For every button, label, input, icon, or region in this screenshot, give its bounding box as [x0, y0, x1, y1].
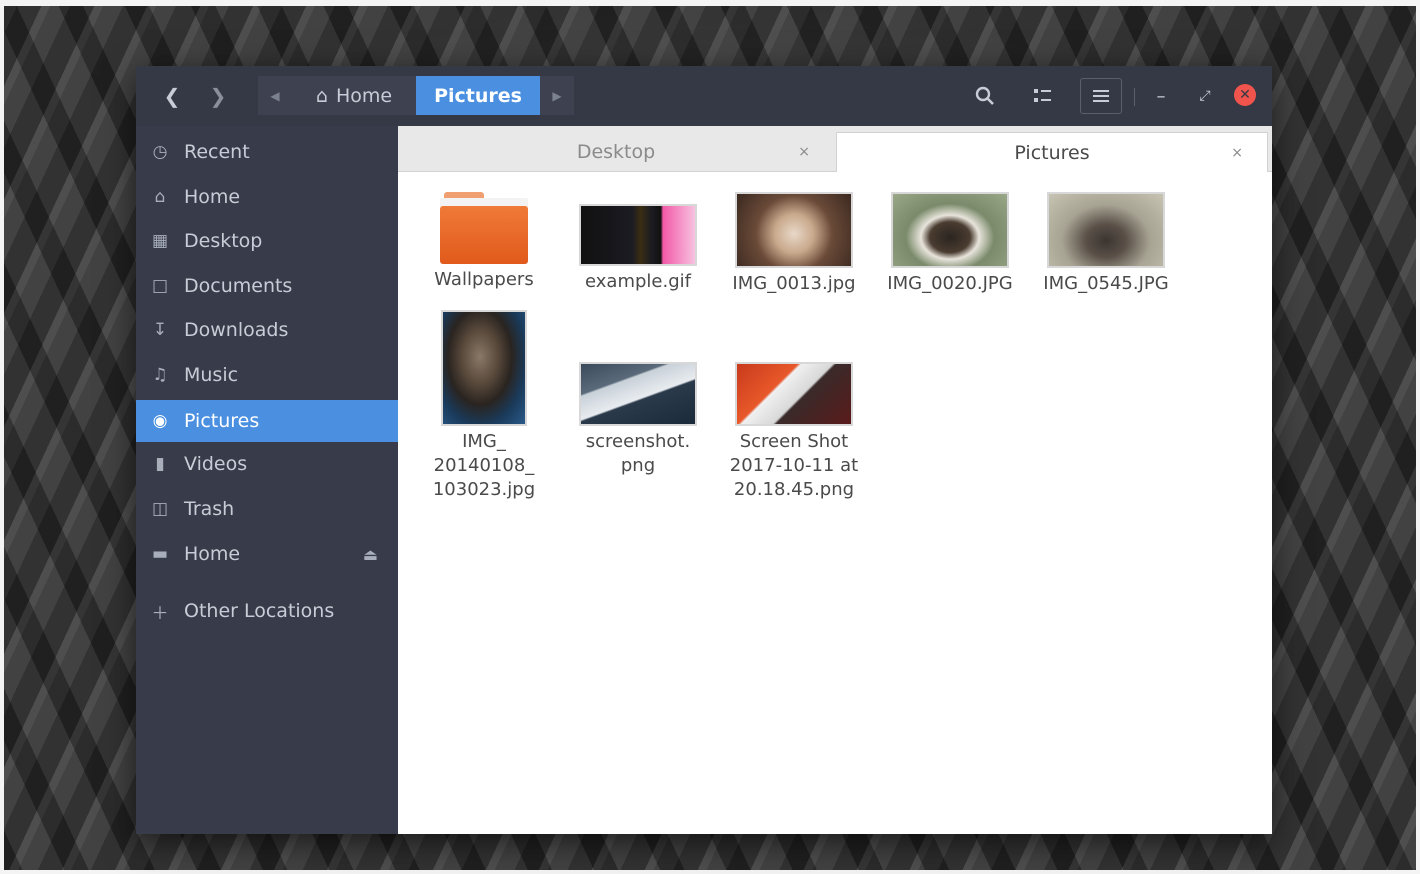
file-name: IMG_ 20140108_ 103023.jpg — [432, 431, 536, 500]
file-item-screenshot-png[interactable]: screenshot. png — [570, 362, 706, 478]
header-bar: ❮ ❯ ◀ ⌂ Home Pictures ▶ – ⤢ ✕ — [136, 66, 1272, 126]
tab-bar: Desktop × Pictures × — [398, 126, 1272, 172]
view-toggle-icon[interactable] — [1026, 78, 1060, 114]
close-icon[interactable]: ✕ — [1234, 84, 1256, 106]
download-icon: ↧ — [152, 320, 168, 340]
file-item-img-20140108[interactable]: IMG_ 20140108_ 103023.jpg — [416, 310, 552, 502]
tab-label: Desktop — [576, 141, 656, 163]
sidebar-item-home-drive[interactable]: ▬ Home ⏏ — [136, 534, 398, 574]
thumbnail-image — [579, 362, 697, 426]
path-pictures-label: Pictures — [434, 84, 522, 107]
sidebar-item-downloads[interactable]: ↧ Downloads — [136, 310, 398, 350]
home-icon: ⌂ — [315, 84, 328, 107]
forward-arrow-icon[interactable]: ❯ — [202, 78, 234, 114]
thumbnail-image — [735, 362, 853, 426]
sidebar-item-label: Desktop — [184, 230, 263, 252]
file-grid: Wallpapers example.gif IMG_0013.jpg IMG_… — [398, 172, 1272, 834]
sidebar-item-label: Home — [184, 186, 241, 208]
sidebar-item-label: Home — [184, 543, 241, 565]
tab-close-icon[interactable]: × — [1231, 145, 1243, 161]
file-item-screen-shot-2017[interactable]: Screen Shot 2017-10-11 at 20.18.45.png — [726, 362, 862, 502]
clock-icon: ◷ — [152, 142, 168, 162]
file-manager-window: ❮ ❯ ◀ ⌂ Home Pictures ▶ – ⤢ ✕ ◷ Recent ⌂… — [136, 66, 1272, 834]
sidebar-item-recent[interactable]: ◷ Recent — [136, 132, 398, 172]
eject-icon[interactable]: ⏏ — [363, 545, 378, 564]
file-item-img-0013[interactable]: IMG_0013.jpg — [726, 192, 862, 296]
file-name: example.gif — [585, 271, 691, 292]
back-arrow-icon[interactable]: ❮ — [156, 78, 188, 114]
path-bar: ◀ ⌂ Home Pictures ▶ — [258, 76, 574, 115]
file-name: screenshot. png — [585, 431, 691, 476]
path-home-label: Home — [335, 84, 393, 107]
document-icon: □ — [151, 276, 169, 296]
tab-pictures[interactable]: Pictures × — [836, 132, 1268, 172]
search-icon[interactable] — [968, 78, 1002, 114]
orange-folder-icon — [440, 192, 528, 264]
header-separator — [1134, 88, 1135, 106]
drive-icon: ▬ — [151, 544, 169, 564]
thumbnail-image — [579, 204, 697, 266]
thumbnail-image — [735, 192, 853, 268]
music-icon: ♫ — [152, 365, 168, 385]
sidebar-item-label: Music — [184, 364, 239, 386]
sidebar-item-label: Downloads — [184, 319, 289, 341]
sidebar-item-pictures[interactable]: ◉ Pictures — [136, 400, 398, 442]
sidebar-item-videos[interactable]: ▮ Videos — [136, 444, 398, 484]
path-pictures-button[interactable]: Pictures — [416, 76, 540, 115]
thumbnail-image — [891, 192, 1009, 268]
sidebar-item-label: Recent — [184, 141, 250, 163]
tab-desktop[interactable]: Desktop × — [398, 132, 834, 172]
sidebar-item-music[interactable]: ♫ Music — [136, 355, 398, 395]
plus-icon: ＋ — [151, 603, 169, 624]
file-name: IMG_0020.JPG — [887, 273, 1013, 294]
sidebar: ◷ Recent ⌂ Home ▦ Desktop □ Documents ↧ … — [136, 126, 398, 834]
sidebar-item-desktop[interactable]: ▦ Desktop — [136, 221, 398, 261]
sidebar-item-trash[interactable]: ◫ Trash — [136, 489, 398, 529]
sidebar-item-label: Other Locations — [184, 600, 335, 622]
video-icon: ▮ — [155, 454, 165, 474]
maximize-icon[interactable]: ⤢ — [1192, 78, 1218, 114]
sidebar-item-label: Videos — [184, 453, 248, 475]
minimize-icon[interactable]: – — [1148, 78, 1174, 114]
home-icon: ⌂ — [154, 187, 166, 207]
folder-icon: ▦ — [151, 231, 169, 251]
path-home-button[interactable]: ⌂ Home — [292, 76, 416, 115]
file-item-wallpapers[interactable]: Wallpapers — [416, 192, 552, 292]
hamburger-menu-icon[interactable] — [1080, 78, 1122, 114]
camera-icon: ◉ — [152, 411, 168, 431]
file-name: IMG_0013.jpg — [732, 273, 856, 294]
thumbnail-image — [1047, 192, 1165, 268]
file-item-example-gif[interactable]: example.gif — [570, 204, 706, 294]
file-item-img-0545[interactable]: IMG_0545.JPG — [1038, 192, 1174, 296]
trash-icon: ◫ — [151, 499, 169, 519]
path-scroll-left-icon[interactable]: ◀ — [258, 76, 292, 115]
sidebar-item-other-locations[interactable]: ＋ Other Locations — [136, 591, 398, 631]
tab-close-icon[interactable]: × — [798, 144, 810, 160]
file-item-img-0020[interactable]: IMG_0020.JPG — [882, 192, 1018, 296]
sidebar-item-home[interactable]: ⌂ Home — [136, 177, 398, 217]
tab-label: Pictures — [1014, 141, 1090, 164]
file-name: Screen Shot 2017-10-11 at 20.18.45.png — [729, 431, 859, 500]
sidebar-item-label: Documents — [184, 275, 293, 297]
file-name: Wallpapers — [434, 269, 534, 290]
sidebar-item-label: Trash — [184, 498, 235, 520]
sidebar-item-documents[interactable]: □ Documents — [136, 266, 398, 306]
thumbnail-image — [441, 310, 527, 426]
sidebar-item-label: Pictures — [184, 410, 260, 432]
file-name: IMG_0545.JPG — [1043, 273, 1169, 294]
path-scroll-right-icon[interactable]: ▶ — [540, 76, 574, 115]
